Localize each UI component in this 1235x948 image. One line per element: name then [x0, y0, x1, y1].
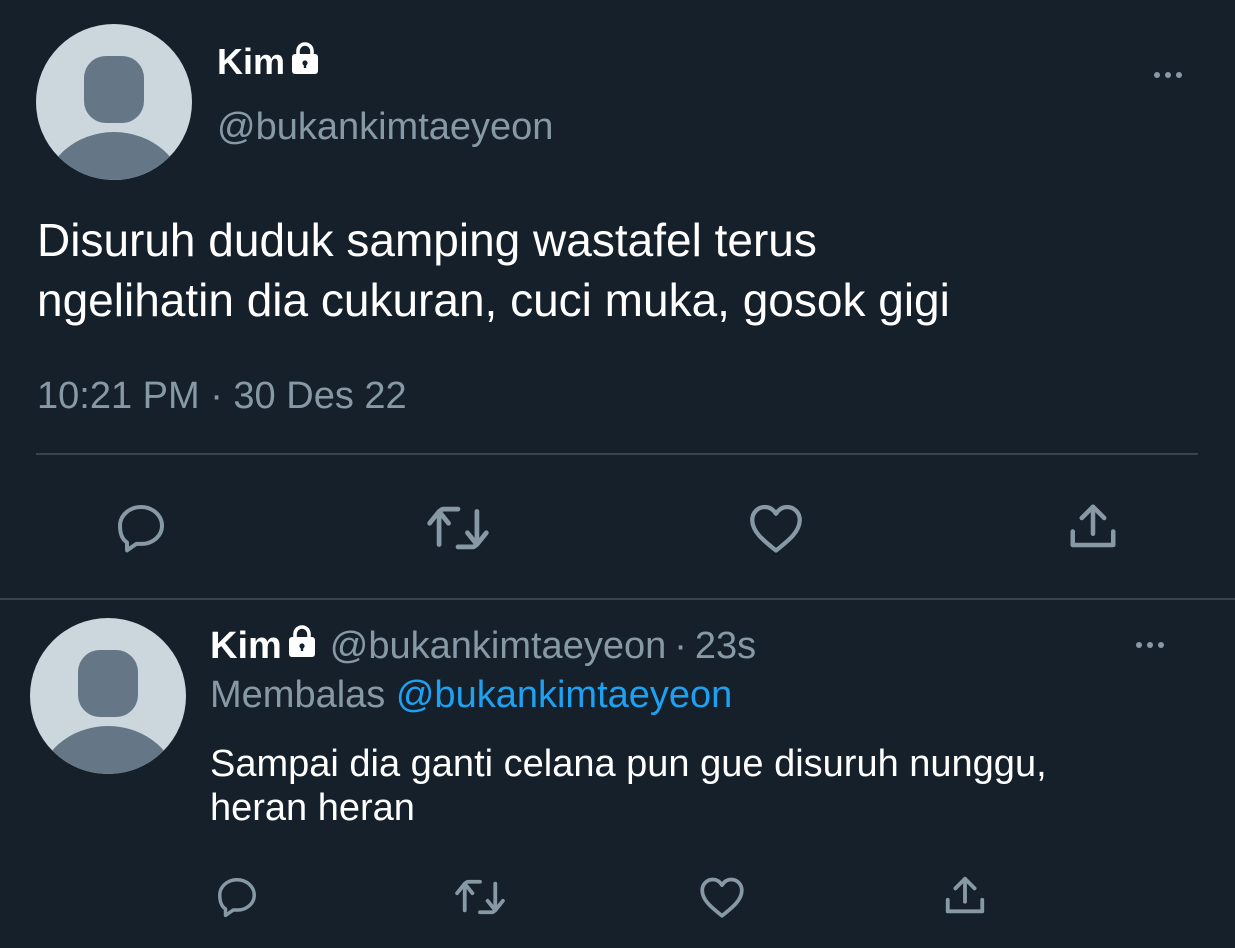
tweet-text-line: Sampai dia ganti celana pun gue disuruh … [210, 743, 1047, 785]
tweet-text-line: Disuruh duduk samping wastafel terus [37, 214, 817, 266]
default-avatar-icon [45, 56, 183, 180]
reply-header: Kim @bukankimtaeyeon · 23s [210, 624, 756, 668]
dot [1154, 72, 1160, 78]
retweet-icon [427, 506, 489, 550]
dot [1176, 72, 1182, 78]
like-button[interactable] [697, 874, 747, 920]
dot [1147, 642, 1153, 648]
replying-to: Membalas @bukankimtaeyeon [210, 674, 732, 717]
tweet-text: Sampai dia ganti celana pun gue disuruh … [210, 742, 1047, 830]
heart-icon [750, 504, 802, 553]
heart-icon [700, 877, 744, 918]
avatar[interactable] [30, 618, 186, 774]
lock-icon [286, 624, 318, 668]
author-handle[interactable]: @bukankimtaeyeon [330, 625, 666, 668]
tweet-text-line: ngelihatin dia cukuran, cuci muka, gosok… [37, 274, 950, 326]
display-name[interactable]: Kim [210, 625, 282, 668]
more-options-button[interactable] [1154, 72, 1182, 78]
author-name[interactable]: Kim [217, 40, 321, 84]
replying-label: Membalas [210, 674, 386, 716]
retweet-button[interactable] [424, 502, 492, 554]
lock-icon [289, 41, 321, 84]
reply-button[interactable] [112, 500, 170, 556]
share-button[interactable] [942, 873, 988, 919]
dot [1158, 642, 1164, 648]
share-icon [1070, 504, 1116, 548]
display-name: Kim [217, 41, 286, 82]
reply-icon [118, 505, 164, 553]
relative-time[interactable]: 23s [695, 625, 756, 668]
default-avatar-icon [39, 650, 177, 774]
tweet-text-line: heran heran [210, 787, 415, 829]
tweet-timestamp[interactable]: 10:21 PM · 30 Des 22 [37, 375, 407, 418]
divider [36, 453, 1198, 455]
separator: · [674, 624, 687, 667]
share-icon [945, 876, 985, 914]
like-button[interactable] [746, 500, 806, 556]
tweet-text: Disuruh duduk samping wastafel terus nge… [37, 210, 950, 330]
dot [1136, 642, 1142, 648]
retweet-icon [455, 879, 505, 915]
author-handle[interactable]: @bukankimtaeyeon [217, 106, 553, 149]
more-options-button[interactable] [1136, 642, 1164, 648]
dot [1165, 72, 1171, 78]
reply-icon [218, 878, 256, 918]
avatar[interactable] [36, 24, 192, 180]
reply-button[interactable] [214, 874, 260, 920]
mention-link[interactable]: @bukankimtaeyeon [396, 674, 732, 716]
share-button[interactable] [1066, 500, 1120, 554]
retweet-button[interactable] [452, 876, 508, 918]
divider [0, 598, 1235, 600]
